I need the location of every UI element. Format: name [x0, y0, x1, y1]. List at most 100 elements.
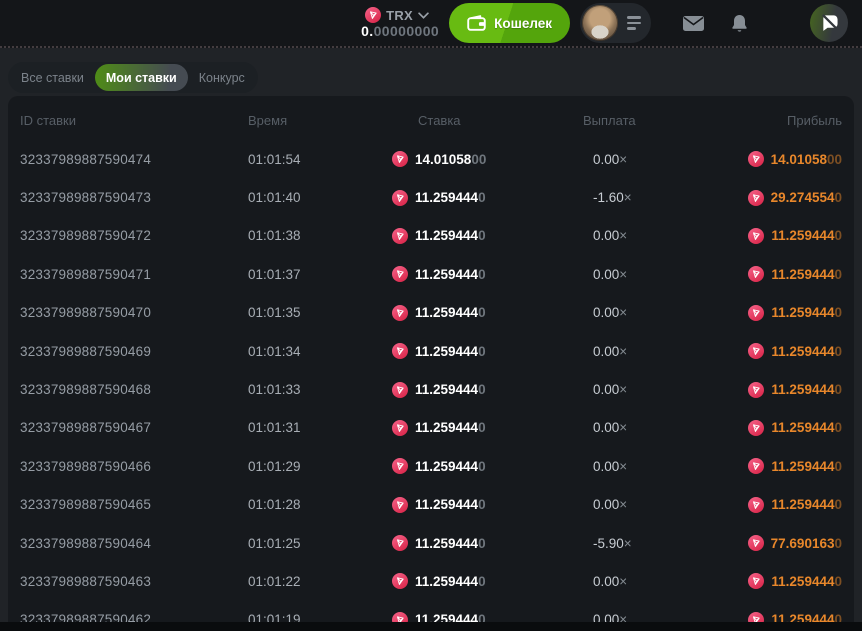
tron-coin-icon	[392, 151, 408, 167]
bet-id: 32337989887590466	[20, 459, 248, 474]
table-row[interactable]: 32337989887590465 01:01:28 11.2594440 0.…	[20, 486, 842, 524]
tron-coin-icon	[748, 343, 764, 359]
envelope-icon	[683, 16, 704, 31]
bottom-bar	[0, 622, 862, 631]
tron-coin-icon	[748, 266, 764, 282]
table-row[interactable]: 32337989887590468 01:01:33 11.2594440 0.…	[20, 370, 842, 408]
bet-amount: 11.2594440	[392, 228, 583, 244]
bet-amount: 11.2594440	[392, 420, 583, 436]
bet-amount-value: 11.2594440	[415, 305, 486, 320]
bet-payout: 0.00×	[593, 228, 746, 243]
tron-coin-icon	[748, 420, 764, 436]
chevron-down-icon	[418, 12, 429, 19]
bet-profit: 11.2594440	[746, 382, 842, 398]
bet-profit: 29.2745540	[746, 190, 842, 206]
bet-profit: 14.0105800	[746, 151, 842, 167]
bet-amount: 11.2594440	[392, 382, 583, 398]
currency-selector[interactable]: TRX 0.00000000	[361, 7, 439, 39]
bet-amount: 11.2594440	[392, 305, 583, 321]
bet-profit-value: 11.2594440	[771, 228, 842, 243]
bet-profit-value: 11.2594440	[771, 267, 842, 282]
bet-id: 32337989887590469	[20, 344, 248, 359]
bell-icon	[731, 14, 748, 33]
bet-amount-value: 14.0105800	[415, 152, 486, 167]
bet-amount-value: 11.2594440	[415, 420, 486, 435]
mail-button[interactable]	[683, 16, 704, 31]
currency-code: TRX	[386, 8, 413, 23]
bet-profit: 11.2594440	[746, 420, 842, 436]
tron-coin-icon	[392, 343, 408, 359]
table-row[interactable]: 32337989887590463 01:01:22 11.2594440 0.…	[20, 562, 842, 600]
bet-amount-value: 11.2594440	[415, 536, 486, 551]
notifications-button[interactable]	[731, 14, 748, 33]
bets-table-panel: ID ставки Время Ставка Выплата Прибыль 3…	[8, 96, 854, 631]
bet-profit-value: 11.2594440	[771, 574, 842, 589]
table-body: 32337989887590474 01:01:54 14.0105800 0.…	[20, 140, 842, 631]
bet-amount: 11.2594440	[392, 497, 583, 513]
bet-payout: 0.00×	[593, 267, 746, 282]
bet-id: 32337989887590474	[20, 152, 248, 167]
bet-id: 32337989887590465	[20, 497, 248, 512]
wallet-button[interactable]: Кошелек	[449, 3, 570, 43]
bet-payout: 0.00×	[593, 497, 746, 512]
top-bar: TRX 0.00000000 Кошелек	[0, 0, 862, 48]
tron-coin-icon	[748, 382, 764, 398]
bet-profit-value: 11.2594440	[771, 420, 842, 435]
bet-id: 32337989887590463	[20, 574, 248, 589]
bet-amount-value: 11.2594440	[415, 497, 486, 512]
tron-coin-icon	[748, 151, 764, 167]
bet-profit-value: 11.2594440	[771, 382, 842, 397]
wallet-icon	[467, 15, 486, 31]
column-header-bet-id: ID ставки	[20, 113, 248, 128]
bet-profit: 11.2594440	[746, 305, 842, 321]
tab-all-bets[interactable]: Все ставки	[10, 64, 95, 91]
bet-payout: 0.00×	[593, 344, 746, 359]
tron-coin-icon	[392, 305, 408, 321]
column-header-profit: Прибыль	[746, 113, 842, 128]
table-row[interactable]: 32337989887590464 01:01:25 11.2594440 -5…	[20, 524, 842, 562]
tron-coin-icon	[748, 305, 764, 321]
column-header-payout: Выплата	[583, 113, 746, 128]
bet-profit: 11.2594440	[746, 228, 842, 244]
bet-profit: 11.2594440	[746, 497, 842, 513]
table-row[interactable]: 32337989887590467 01:01:31 11.2594440 0.…	[20, 409, 842, 447]
tab-contest[interactable]: Конкурс	[188, 64, 256, 91]
wallet-button-label: Кошелек	[494, 16, 552, 31]
tron-coin-icon	[748, 535, 764, 551]
bet-id: 32337989887590470	[20, 305, 248, 320]
bet-amount-value: 11.2594440	[415, 574, 486, 589]
column-header-bet: Ставка	[418, 113, 583, 128]
tron-coin-icon	[748, 497, 764, 513]
table-row[interactable]: 32337989887590474 01:01:54 14.0105800 0.…	[20, 140, 842, 178]
bet-profit-value: 11.2594440	[771, 497, 842, 512]
table-row[interactable]: 32337989887590469 01:01:34 11.2594440 0.…	[20, 332, 842, 370]
bet-id: 32337989887590472	[20, 228, 248, 243]
bet-amount: 11.2594440	[392, 266, 583, 282]
bet-profit-value: 11.2594440	[771, 344, 842, 359]
tron-coin-icon	[392, 573, 408, 589]
bet-id: 32337989887590468	[20, 382, 248, 397]
table-row[interactable]: 32337989887590472 01:01:38 11.2594440 0.…	[20, 217, 842, 255]
table-row[interactable]: 32337989887590473 01:01:40 11.2594440 -1…	[20, 178, 842, 216]
table-row[interactable]: 32337989887590470 01:01:35 11.2594440 0.…	[20, 294, 842, 332]
bet-profit-value: 29.2745540	[771, 190, 842, 205]
chat-bubble-slash-icon	[820, 14, 839, 32]
tron-coin-icon	[392, 420, 408, 436]
bet-payout: 0.00×	[593, 420, 746, 435]
bets-tabs: Все ставки Мои ставки Конкурс	[8, 62, 258, 93]
tron-coin-icon	[748, 458, 764, 474]
bet-id: 32337989887590464	[20, 536, 248, 551]
chat-toggle-button[interactable]	[810, 4, 848, 42]
table-row[interactable]: 32337989887590471 01:01:37 11.2594440 0.…	[20, 255, 842, 293]
bet-profit: 11.2594440	[746, 458, 842, 474]
tron-coin-icon	[392, 266, 408, 282]
bet-id: 32337989887590467	[20, 420, 248, 435]
tron-coin-icon	[392, 228, 408, 244]
menu-icon	[627, 16, 641, 30]
tron-coin-icon	[748, 190, 764, 206]
table-row[interactable]: 32337989887590466 01:01:29 11.2594440 0.…	[20, 447, 842, 485]
bet-amount: 11.2594440	[392, 190, 583, 206]
bet-amount-value: 11.2594440	[415, 190, 486, 205]
tab-my-bets[interactable]: Мои ставки	[95, 64, 188, 91]
profile-menu[interactable]	[580, 3, 651, 43]
